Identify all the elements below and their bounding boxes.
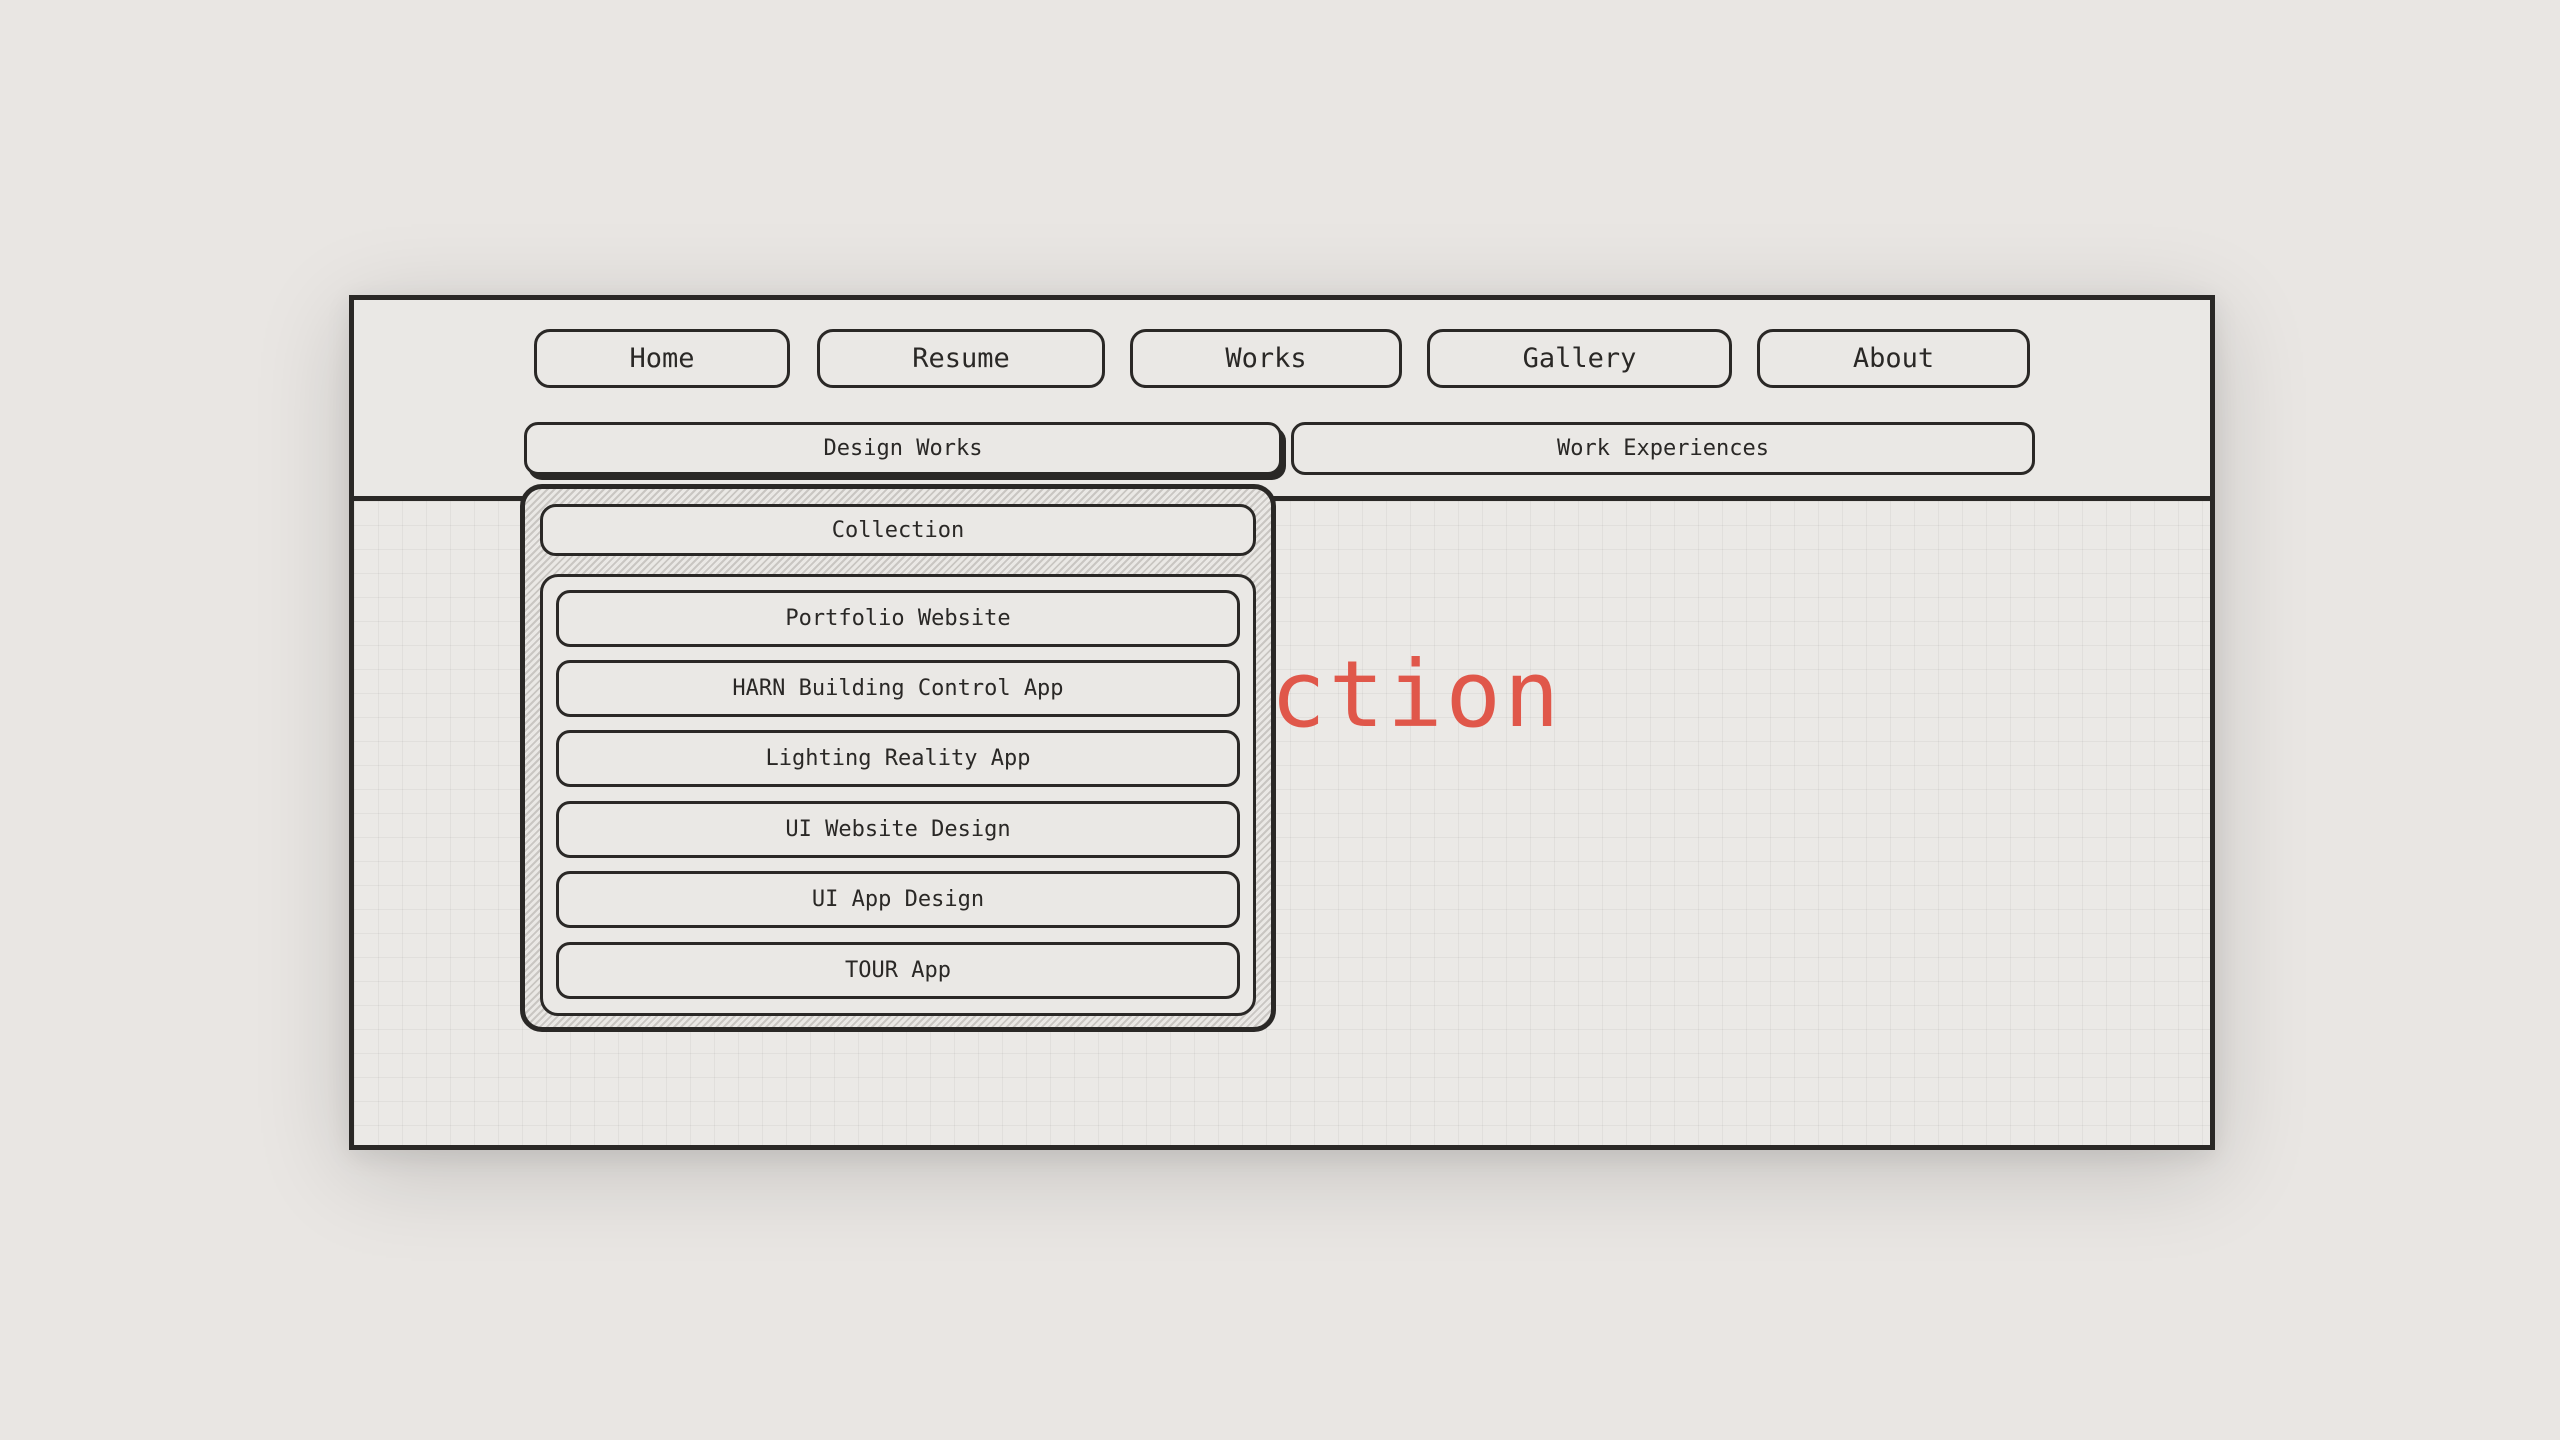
collection-item-ui-app-design[interactable]: UI App Design	[556, 871, 1240, 928]
nav-home-button[interactable]: Home	[534, 329, 790, 388]
collection-item-ui-website-design[interactable]: UI Website Design	[556, 801, 1240, 858]
top-header: Home Resume Works Gallery About Design W…	[354, 300, 2210, 501]
collection-item-harn-building-control-app[interactable]: HARN Building Control App	[556, 660, 1240, 717]
collection-button[interactable]: Collection	[540, 504, 1256, 556]
nav-works-button[interactable]: Works	[1130, 329, 1402, 388]
subnav-work-experiences-button[interactable]: Work Experiences	[1291, 422, 2035, 475]
subnav-design-works-button[interactable]: Design Works	[524, 422, 1282, 475]
collection-item-tour-app[interactable]: TOUR App	[556, 942, 1240, 999]
nav-resume-button[interactable]: Resume	[817, 329, 1105, 388]
collection-list: Portfolio Website HARN Building Control …	[540, 574, 1256, 1016]
collection-item-lighting-reality-app[interactable]: Lighting Reality App	[556, 730, 1240, 787]
nav-about-button[interactable]: About	[1757, 329, 2030, 388]
nav-gallery-button[interactable]: Gallery	[1427, 329, 1732, 388]
collection-item-portfolio-website[interactable]: Portfolio Website	[556, 590, 1240, 647]
design-works-dropdown: Collection Portfolio Website HARN Buildi…	[520, 484, 1276, 1032]
